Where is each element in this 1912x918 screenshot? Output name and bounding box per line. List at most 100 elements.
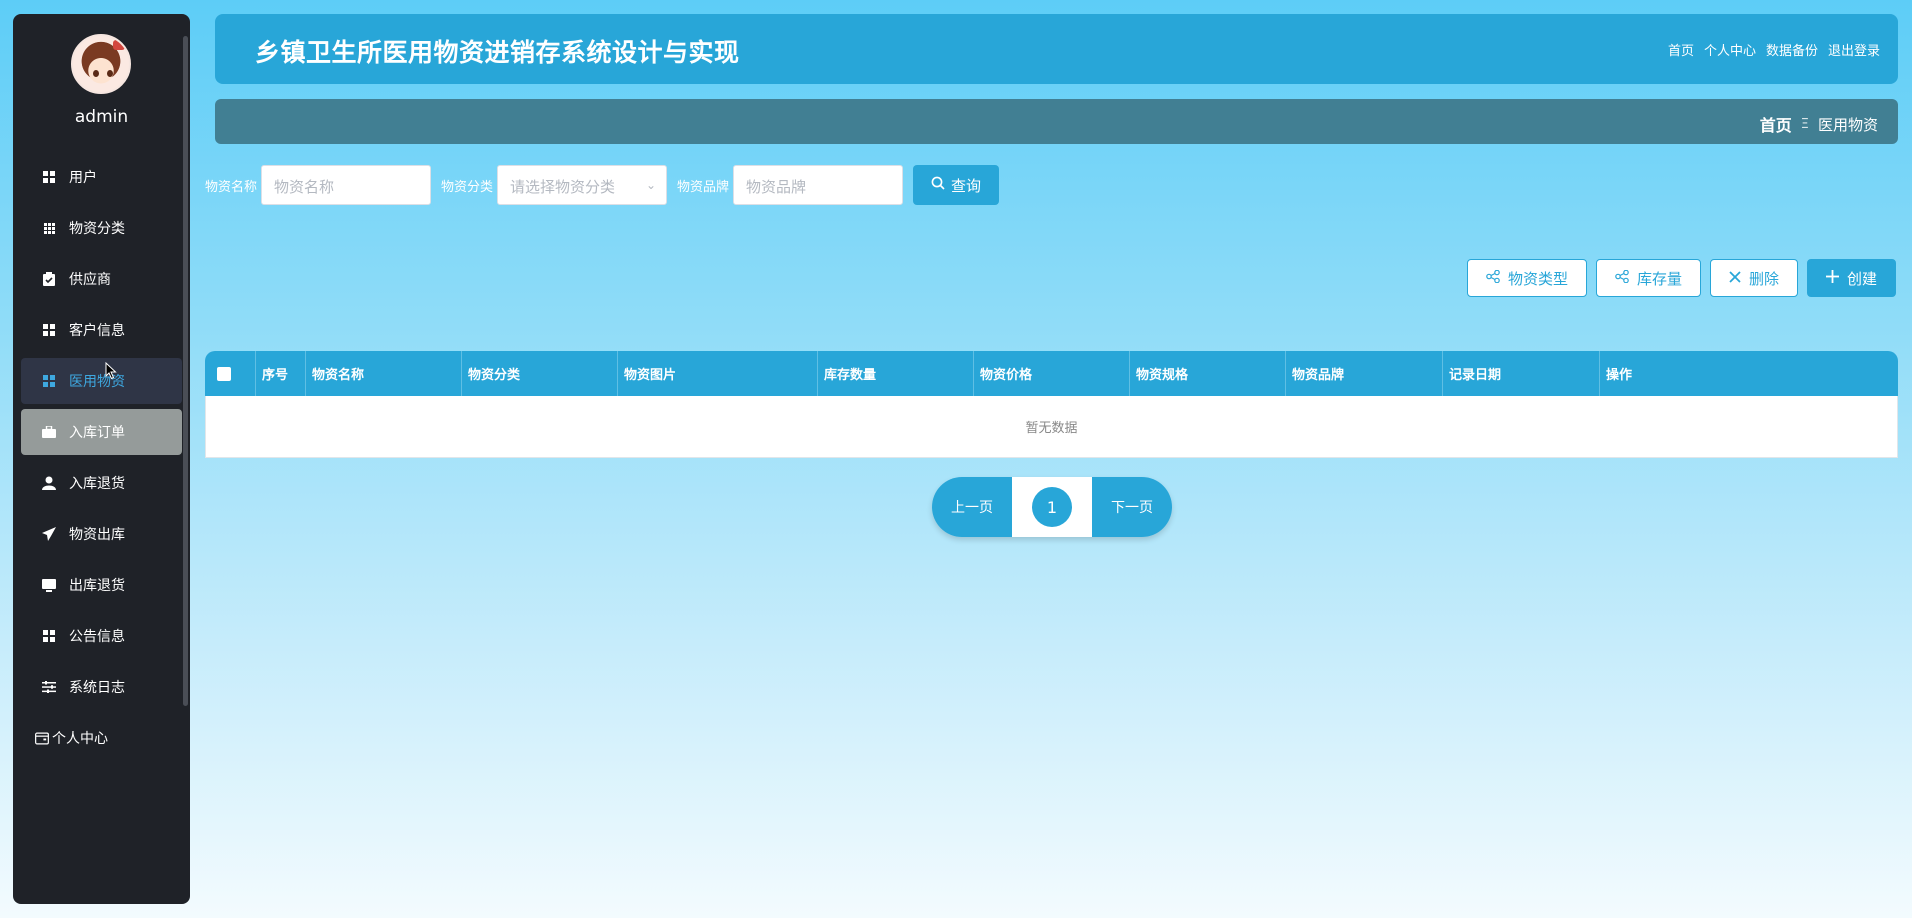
sidebar-item-label: 公告信息	[69, 629, 125, 645]
breadcrumb-current: 医用物资	[1817, 115, 1878, 134]
search-icon	[931, 176, 945, 194]
share-nodes-icon	[1486, 269, 1500, 287]
sidebar-item-outbound[interactable]: 物资出库	[21, 511, 182, 557]
clipboard-icon	[42, 272, 56, 286]
breadcrumb: 首页 Ξ 医用物资	[1760, 112, 1878, 136]
chevron-down-icon: ⌄	[645, 178, 657, 192]
sidebar: admin 用户 物资分类 供应商 客户信息 医用物资 入库订单 入库退货 物资…	[13, 14, 190, 904]
material-category-placeholder: 请选择物资分类	[510, 178, 616, 196]
avatar	[71, 34, 131, 94]
sidebar-item-personal-center[interactable]: 个人中心	[21, 715, 182, 761]
header-link-logout[interactable]: 退出登录	[1828, 40, 1880, 59]
username: admin	[74, 107, 129, 127]
grid-icon	[42, 323, 56, 337]
table-empty: 暂无数据	[205, 396, 1898, 458]
delete-label: 删除	[1748, 269, 1779, 288]
sidebar-item-label: 入库退货	[69, 476, 125, 492]
sidebar-menu: 用户 物资分类 供应商 客户信息 医用物资 入库订单 入库退货 物资出库 出库退…	[13, 154, 190, 766]
column-header: 操作	[1606, 368, 1633, 383]
sidebar-item-label: 个人中心	[52, 731, 108, 747]
sidebar-item-outbound-return[interactable]: 出库退货	[21, 562, 182, 608]
app-title: 乡镇卫生所医用物资进销存系统设计与实现	[255, 38, 740, 67]
paper-plane-icon	[42, 527, 56, 541]
stock-button[interactable]: 库存量	[1595, 259, 1701, 297]
table-grid-icon	[42, 221, 56, 235]
sidebar-item-medical-material[interactable]: 医用物资	[21, 358, 182, 404]
sidebar-item-label: 物资出库	[69, 527, 125, 543]
material-brand-input[interactable]: 物资品牌	[733, 165, 904, 205]
breadcrumb-separator: Ξ	[1800, 116, 1809, 132]
column-header: 序号	[256, 351, 306, 396]
sidebar-item-user[interactable]: 用户	[21, 154, 182, 200]
header-link-personal-center[interactable]: 个人中心	[1704, 40, 1756, 59]
search-form: 物资名称 物资名称 物资分类 请选择物资分类 ⌄ 物资品牌 物资品牌 查询	[205, 165, 1000, 205]
prev-page-button[interactable]: 上一页	[932, 477, 1012, 537]
sidebar-item-inbound-return[interactable]: 入库退货	[21, 460, 182, 506]
briefcase-icon	[42, 425, 56, 439]
sidebar-item-system-log[interactable]: 系统日志	[21, 664, 182, 710]
sidebar-item-label: 客户信息	[69, 323, 125, 339]
header-link-data-backup[interactable]: 数据备份	[1766, 40, 1818, 59]
grid-icon	[42, 374, 56, 388]
material-type-button[interactable]: 物资类型	[1466, 259, 1587, 297]
sidebar-item-label: 系统日志	[69, 680, 125, 696]
select-all-cell	[205, 351, 256, 396]
sidebar-item-inbound-order[interactable]: 入库订单	[21, 409, 182, 455]
wallet-icon	[35, 731, 49, 745]
avatar-eye	[107, 70, 113, 77]
pagination: 上一页 1 下一页	[932, 477, 1172, 537]
sidebar-item-customer[interactable]: 客户信息	[21, 307, 182, 353]
breadcrumb-bar: 首页 Ξ 医用物资	[215, 99, 1898, 144]
create-button[interactable]: 创建	[1806, 259, 1896, 297]
material-name-input[interactable]: 物资名称	[261, 165, 432, 205]
sidebar-item-label: 出库退货	[69, 578, 125, 594]
share-nodes-icon	[1615, 269, 1629, 287]
close-icon	[1729, 269, 1741, 287]
sidebar-item-label: 供应商	[69, 272, 111, 288]
column-header: 物资分类	[462, 351, 618, 396]
column-header: 物资名称	[306, 351, 462, 396]
column-header: 物资品牌	[1286, 351, 1443, 396]
monitor-icon	[42, 578, 56, 592]
header-links: 首页 个人中心 数据备份 退出登录	[1668, 40, 1880, 59]
sidebar-item-label: 物资分类	[69, 221, 125, 237]
sliders-icon	[42, 680, 56, 694]
column-header: 库存数量	[818, 351, 974, 396]
material-name-label: 物资名称	[205, 179, 258, 195]
material-category-label: 物资分类	[441, 179, 494, 195]
user-icon	[42, 476, 56, 490]
mouse-cursor-icon	[105, 361, 117, 384]
material-brand-label: 物资品牌	[677, 179, 730, 195]
avatar-bow	[113, 40, 125, 50]
stock-label: 库存量	[1636, 269, 1682, 288]
table-header: 序号 物资名称 物资分类 物资图片 库存数量 物资价格 物资规格 物资品牌 记录…	[205, 351, 1898, 396]
material-table: 序号 物资名称 物资分类 物资图片 库存数量 物资价格 物资规格 物资品牌 记录…	[205, 351, 1898, 458]
sidebar-item-supplier[interactable]: 供应商	[21, 256, 182, 302]
column-header: 物资图片	[618, 351, 818, 396]
column-header: 记录日期	[1443, 351, 1600, 396]
query-button[interactable]: 查询	[913, 165, 1000, 205]
sidebar-item-label: 用户	[69, 170, 97, 186]
grid-icon	[42, 629, 56, 643]
sidebar-item-announcement[interactable]: 公告信息	[21, 613, 182, 659]
material-category-select[interactable]: 请选择物资分类 ⌄	[497, 165, 668, 205]
next-page-button[interactable]: 下一页	[1092, 477, 1172, 537]
sidebar-item-material-category[interactable]: 物资分类	[21, 205, 182, 251]
plus-icon	[1825, 269, 1839, 287]
top-header: 乡镇卫生所医用物资进销存系统设计与实现 首页 个人中心 数据备份 退出登录	[215, 14, 1898, 84]
avatar-eye	[93, 70, 99, 77]
column-header: 物资规格	[1130, 351, 1286, 396]
delete-button[interactable]: 删除	[1709, 259, 1798, 297]
column-header: 物资价格	[974, 351, 1130, 396]
select-all-checkbox[interactable]	[217, 366, 231, 381]
material-type-label: 物资类型	[1507, 269, 1568, 288]
sidebar-item-label: 入库订单	[69, 425, 125, 441]
breadcrumb-home[interactable]: 首页	[1760, 112, 1792, 136]
query-button-label: 查询	[951, 176, 982, 195]
create-label: 创建	[1846, 269, 1877, 288]
header-link-home[interactable]: 首页	[1668, 40, 1694, 59]
action-buttons: 物资类型 库存量 删除 创建	[1466, 259, 1896, 297]
grid-icon	[42, 170, 56, 184]
current-page: 1	[1012, 477, 1092, 537]
page-number-button[interactable]: 1	[1032, 487, 1072, 527]
